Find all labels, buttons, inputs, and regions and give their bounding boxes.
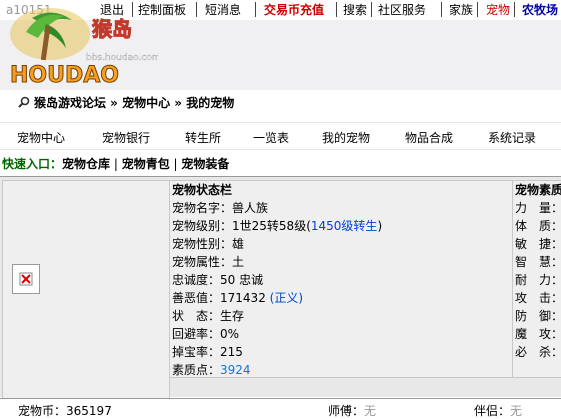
stat-agility: 敏 捷： [515,237,561,251]
pet-attr-label: 宠物属性： [172,255,233,269]
search-icon [18,96,30,111]
recover-value: 0% [220,327,240,341]
master-value: 无 [364,404,377,418]
divider [336,2,337,17]
recharge-link[interactable]: 交易币充值 [264,3,324,17]
points-row: 素质点：3924 [172,363,251,377]
pet-name-label: 宠物名字： [172,201,233,215]
drop-row: 掉宝率：215 [172,345,243,359]
nav-bar: 宠物中心 宠物银行 转生所 一览表 我的宠物 物品合成 系统记录 [0,122,561,150]
farm-link[interactable]: 农牧场 [522,3,558,17]
family-link[interactable]: 家族 [449,3,473,17]
points-label: 素质点： [172,363,221,377]
karma-row: 善恶值：171432 (正义) [172,291,303,305]
stat-strength: 力 量： [515,201,561,215]
svg-text:猴岛: 猴岛 [92,17,132,41]
quick-link-warehouse[interactable]: 宠物仓库 [62,157,110,171]
community-link[interactable]: 社区服务 [378,3,426,17]
pet-attr-row: 宠物属性：土 [172,255,244,269]
pet-status-panel: 宠物状态栏 宠物名字：兽人族 宠物级别：1世25转58级(1450级转生) 宠物… [169,180,513,378]
stat-critical: 必 杀： [515,345,561,359]
rebirth-link[interactable]: 1450级转生 [311,219,378,233]
master-row: 师傅：无 [328,402,376,419]
stat-endurance: 耐 力： [515,273,561,287]
pet-gender: 雄 [232,237,245,251]
partner-value: 无 [510,404,523,418]
coin-row: 宠物币：365197 [18,402,112,419]
points-value[interactable]: 3924 [220,363,251,377]
pet-link[interactable]: 宠物 [486,3,510,17]
pet-gender-row: 宠物性别：雄 [172,237,244,251]
drop-label: 掉宝率： [172,345,221,359]
nav-my-pet[interactable]: 我的宠物 [322,129,370,146]
divider [477,2,478,17]
search-link[interactable]: 搜索 [343,3,367,17]
coin-label: 宠物币： [18,404,67,418]
svg-text:bbs.houdao.com: bbs.houdao.com [86,53,158,63]
quick-entry: 快速入口：宠物仓库 | 宠物青包 | 宠物装备 [2,157,230,171]
divider [196,2,197,17]
pet-name: 兽人族 [232,201,269,215]
pet-gender-label: 宠物性别： [172,237,233,251]
partner-row: 伴侣：无 [474,402,522,419]
stat-wisdom: 智 慧： [515,255,561,269]
pet-quality-panel: 宠物素质 力 量： 体 质： 敏 捷： 智 慧： 耐 力： 攻 击： 防 御： … [512,180,561,378]
karma-value: 171432 [220,291,266,305]
divider [514,2,515,17]
svg-text:HOUDAO: HOUDAO [10,63,119,88]
state-label: 状 态： [172,309,221,323]
quick-link-equipment[interactable]: 宠物装备 [181,157,229,171]
divider [255,2,256,17]
nav-pet-center[interactable]: 宠物中心 [17,129,65,146]
coin-value: 365197 [66,404,112,418]
stat-magic-attack: 魔 攻： [515,327,561,341]
karma-tag: (正义) [269,291,304,305]
pet-level-row: 宠物级别：1世25转58级(1450级转生) [172,219,383,233]
state-value: 生存 [220,309,245,323]
stat-defense: 防 御： [515,309,561,323]
site-logo[interactable]: 猴岛 HOUDAO bbs.houdao.com [2,4,161,89]
master-label: 师傅： [328,404,365,418]
nav-system-log[interactable]: 系统记录 [488,129,536,146]
nav-item-synth[interactable]: 物品合成 [405,129,453,146]
nav-rebirth[interactable]: 转生所 [185,129,221,146]
divider [441,2,442,17]
pet-level-label: 宠物级别： [172,219,233,233]
partner-label: 伴侣： [474,404,511,418]
bottom-bar: 宠物币：365197 师傅：无 伴侣：无 [0,398,561,419]
loyalty-label: 忠诚度： [172,273,221,287]
quality-title: 宠物素质 [515,183,561,197]
pet-level: 1世25转58级 [232,219,307,233]
recover-row: 回避率：0% [172,327,239,341]
divider [371,2,372,17]
pet-name-row: 宠物名字：兽人族 [172,201,268,215]
quick-link-bag[interactable]: 宠物青包 [122,157,170,171]
drop-value: 215 [220,345,243,359]
nav-pet-bank[interactable]: 宠物银行 [102,129,150,146]
pet-attr: 土 [232,255,245,269]
karma-label: 善恶值： [172,291,221,305]
loyalty-value: 50 忠诚 [220,273,264,287]
quick-label: 快速入口： [2,157,63,171]
nav-overview[interactable]: 一览表 [253,129,289,146]
palm-logo-icon: 猴岛 HOUDAO bbs.houdao.com [10,8,161,89]
breadcrumb[interactable]: 猴岛游戏论坛 » 宠物中心 » 我的宠物 [34,94,234,111]
stat-constitution: 体 质： [515,219,561,233]
status-title: 宠物状态栏 [172,183,233,197]
messages-link[interactable]: 短消息 [205,3,241,17]
state-row: 状 态：生存 [172,309,244,323]
stat-attack: 攻 击： [515,291,561,305]
loyalty-row: 忠诚度：50 忠诚 [172,273,263,287]
broken-image-icon [12,264,40,294]
recover-label: 回避率： [172,327,221,341]
